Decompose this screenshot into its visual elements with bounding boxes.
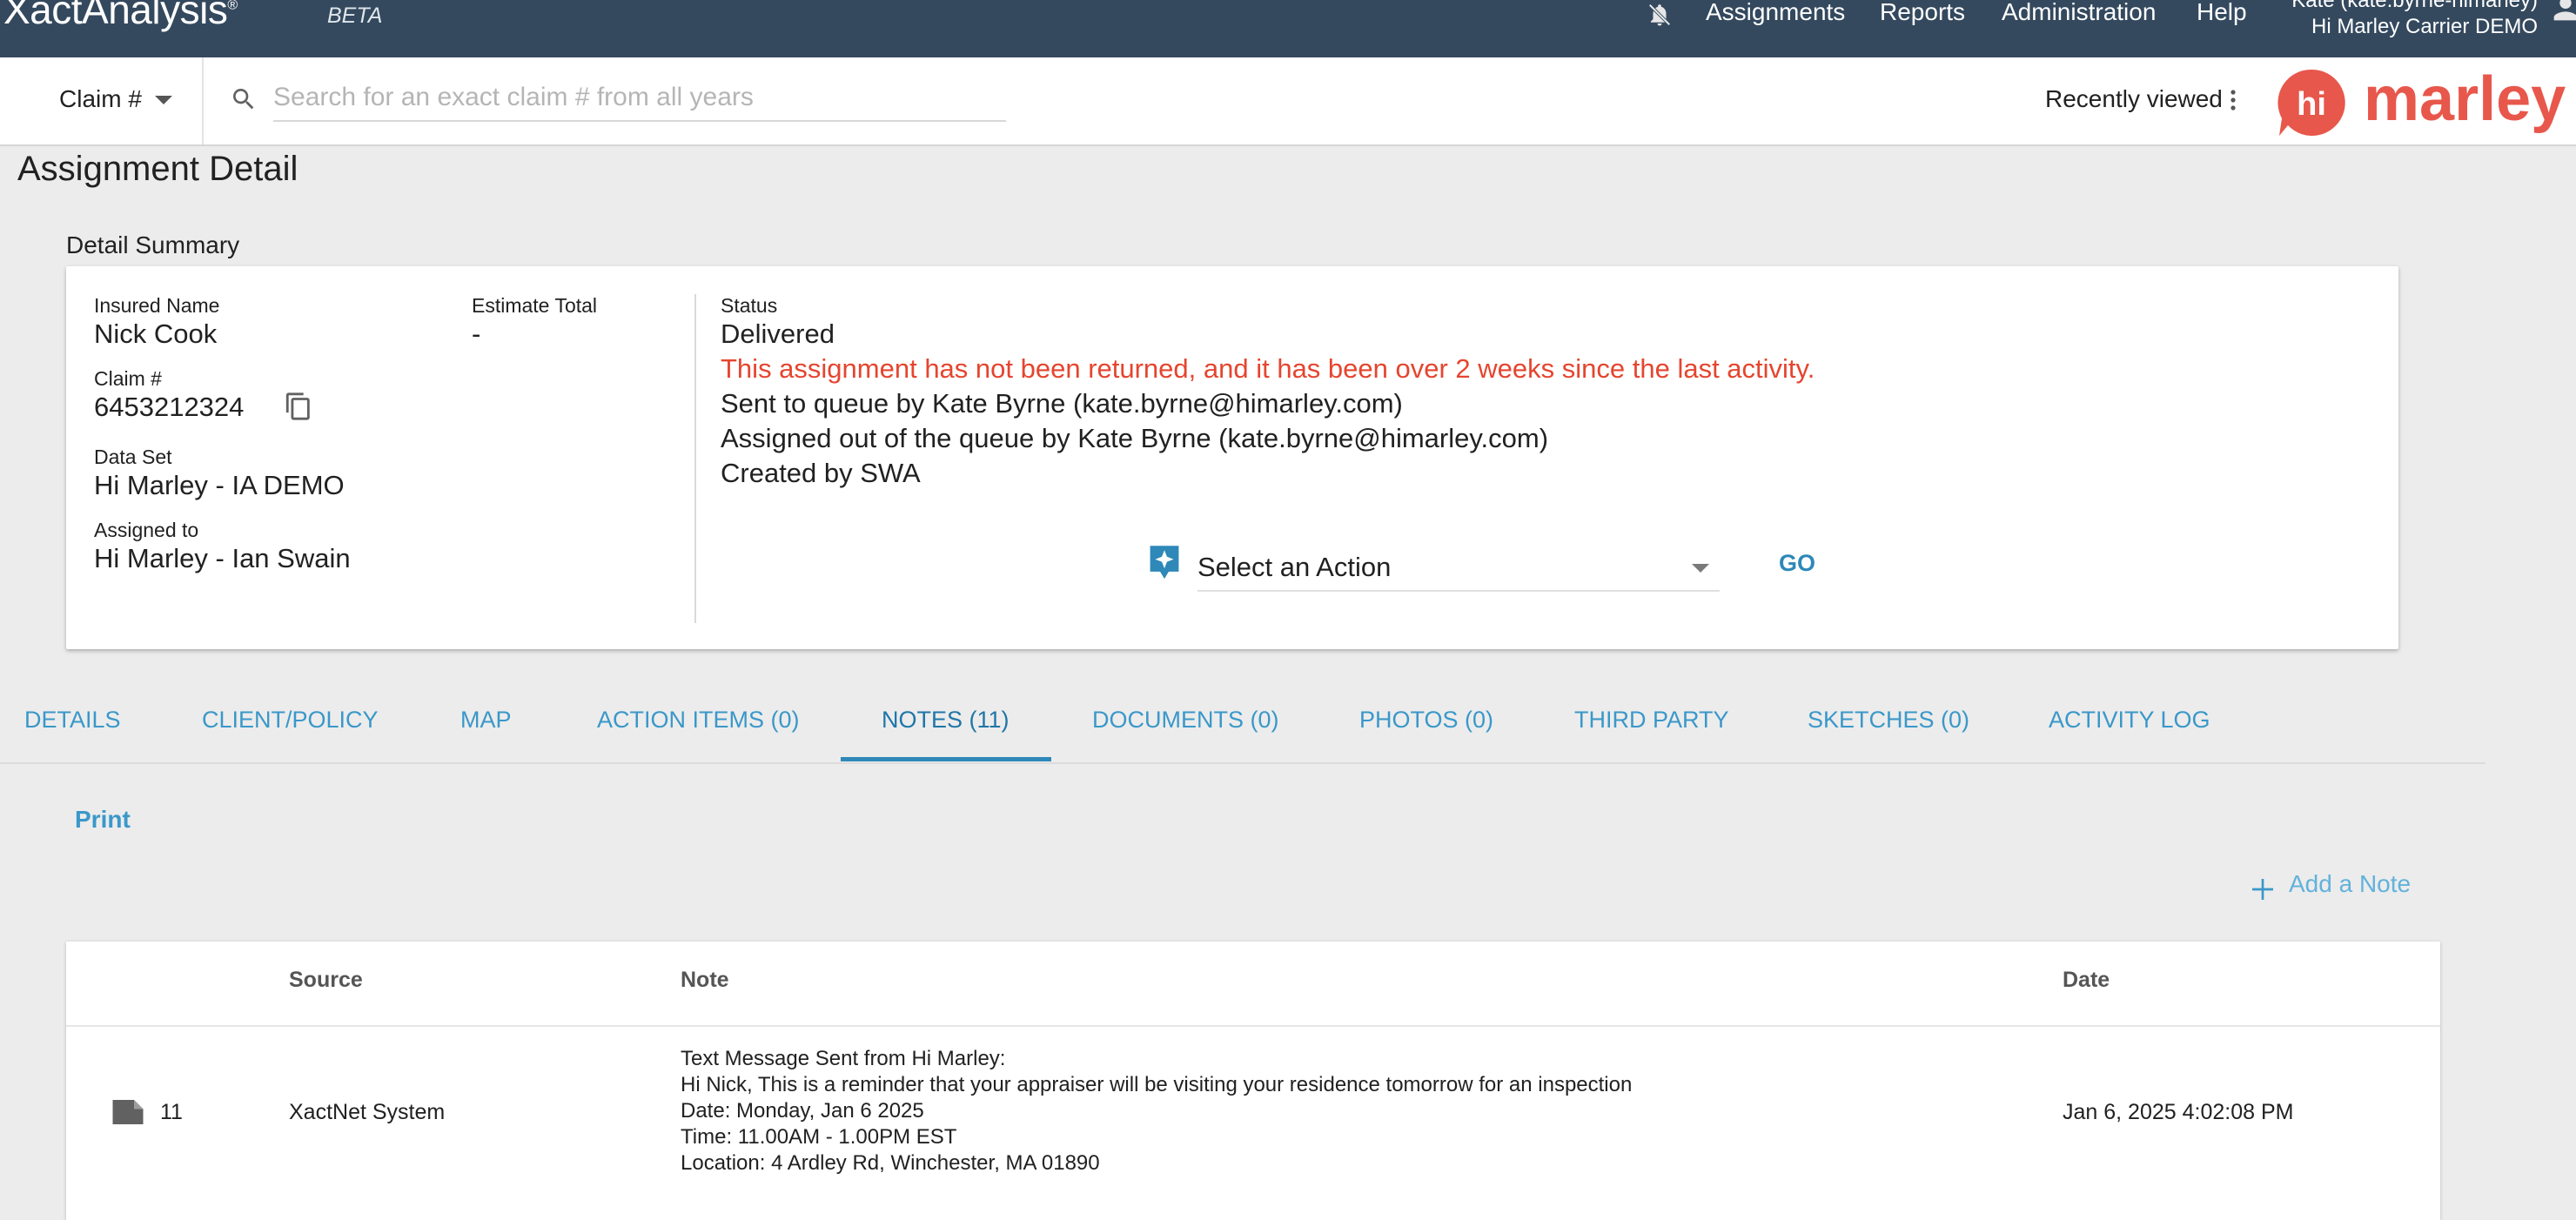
user-org: Hi Marley Carrier DEMO: [2311, 15, 2538, 38]
note-line: Location: 4 Ardley Rd, Winchester, MA 01…: [681, 1151, 1100, 1175]
recently-viewed-menu[interactable]: Recently viewed: [2045, 85, 2223, 113]
nav-administration[interactable]: Administration: [2002, 0, 2156, 26]
copy-icon[interactable]: [284, 392, 313, 421]
status-value: Delivered: [721, 318, 835, 349]
status-warning: This assignment has not been returned, a…: [721, 353, 1815, 384]
active-tab-indicator: [841, 757, 1051, 761]
hi-marley-logo: hi marley: [2277, 64, 2566, 136]
action-select-value: Select an Action: [1197, 552, 1392, 582]
claim-number-label: Claim #: [94, 367, 162, 390]
tab-sketches[interactable]: SKETCHES (0): [1808, 707, 1969, 734]
nav-reports[interactable]: Reports: [1880, 0, 1965, 26]
estimate-total-value: -: [472, 318, 481, 349]
tabs-divider: [0, 762, 2485, 764]
column-header-note[interactable]: Note: [681, 968, 729, 993]
search-icon: [233, 89, 254, 110]
app-logo[interactable]: XactAnalysis®: [3, 0, 238, 33]
note-text: Text Message Sent from Hi Marley: Hi Nic…: [681, 1046, 1632, 1176]
tab-activity-log[interactable]: ACTIVITY LOG: [2049, 707, 2210, 734]
detail-summary-card: Insured Name Nick Cook Estimate Total - …: [66, 266, 2398, 649]
tab-client-policy[interactable]: CLIENT/POLICY: [202, 707, 379, 734]
notes-table: Source Note Date 11 XactNet System Text …: [66, 942, 2440, 1220]
user-menu[interactable]: Kate (kate.byrne-himarley) Hi Marley Car…: [2291, 0, 2538, 40]
history-entry: Created by SWA: [721, 458, 921, 488]
note-icon: [112, 1100, 144, 1124]
note-line: Time: 11.00AM - 1.00PM EST: [681, 1125, 957, 1149]
column-header-source[interactable]: Source: [289, 968, 363, 993]
insured-name-label: Insured Name: [94, 294, 220, 317]
table-row[interactable]: 11 XactNet System Text Message Sent from…: [66, 1027, 2440, 1220]
nav-assignments[interactable]: Assignments: [1706, 0, 1845, 26]
note-source: XactNet System: [289, 1100, 446, 1124]
history-entry: Assigned out of the queue by Kate Byrne …: [721, 423, 1549, 453]
svg-text:hi: hi: [2297, 86, 2326, 123]
beta-label: BETA: [327, 3, 383, 28]
note-line: Text Message Sent from Hi Marley:: [681, 1047, 1006, 1070]
status-label: Status: [721, 294, 778, 317]
top-nav-bar: XactAnalysis® BETA Assignments Reports A…: [0, 0, 2576, 57]
user-name: Kate (kate.byrne-himarley): [2291, 0, 2538, 12]
page-title: Assignment Detail: [17, 150, 299, 188]
app-logo-text: XactAnalysis: [3, 0, 228, 32]
action-sparkle-icon: [1150, 546, 1179, 580]
add-icon[interactable]: [2249, 875, 2277, 903]
notifications-off-icon[interactable]: [1647, 2, 1673, 28]
chevron-down-icon[interactable]: [1692, 564, 1709, 573]
search-type-select[interactable]: Claim #: [59, 85, 142, 113]
more-vert-icon[interactable]: [2230, 89, 2237, 111]
nav-help[interactable]: Help: [2197, 0, 2247, 26]
tab-map[interactable]: MAP: [460, 707, 512, 734]
note-number: 11: [160, 1100, 183, 1124]
assigned-to-label: Assigned to: [94, 519, 199, 541]
account-icon[interactable]: [2548, 0, 2576, 26]
action-select[interactable]: Select an Action: [1197, 546, 1720, 592]
svg-text:marley: marley: [2364, 64, 2566, 134]
data-set-label: Data Set: [94, 446, 172, 468]
note-line: Hi Nick, This is a reminder that your ap…: [681, 1073, 1633, 1096]
note-line: Date: Monday, Jan 6 2025: [681, 1099, 924, 1123]
tab-third-party[interactable]: THIRD PARTY: [1574, 707, 1729, 734]
section-title: Detail Summary: [66, 231, 240, 258]
note-date: Jan 6, 2025 4:02:08 PM: [2063, 1100, 2294, 1124]
search-bar: Claim # Recently viewed hi marley: [0, 57, 2576, 146]
claim-search-input[interactable]: [273, 75, 1006, 122]
insured-name-value: Nick Cook: [94, 318, 218, 349]
go-button[interactable]: GO: [1779, 550, 1815, 577]
estimate-total-label: Estimate Total: [472, 294, 598, 317]
add-note-button[interactable]: Add a Note: [2289, 870, 2411, 898]
chevron-down-icon[interactable]: [155, 96, 172, 104]
column-header-date[interactable]: Date: [2063, 968, 2110, 993]
assigned-to-value: Hi Marley - Ian Swain: [94, 543, 351, 573]
divider: [202, 57, 204, 144]
history-entry: Sent to queue by Kate Byrne (kate.byrne@…: [721, 388, 1403, 419]
claim-number-value: 6453212324: [94, 392, 245, 422]
tab-documents[interactable]: DOCUMENTS (0): [1092, 707, 1279, 734]
data-set-value: Hi Marley - IA DEMO: [94, 470, 345, 500]
tab-action-items[interactable]: ACTION ITEMS (0): [597, 707, 800, 734]
tab-notes[interactable]: NOTES (11): [882, 707, 1010, 734]
tab-details[interactable]: DETAILS: [24, 707, 121, 734]
print-button[interactable]: Print: [75, 806, 131, 834]
tab-photos[interactable]: PHOTOS (0): [1359, 707, 1493, 734]
divider: [694, 294, 696, 623]
